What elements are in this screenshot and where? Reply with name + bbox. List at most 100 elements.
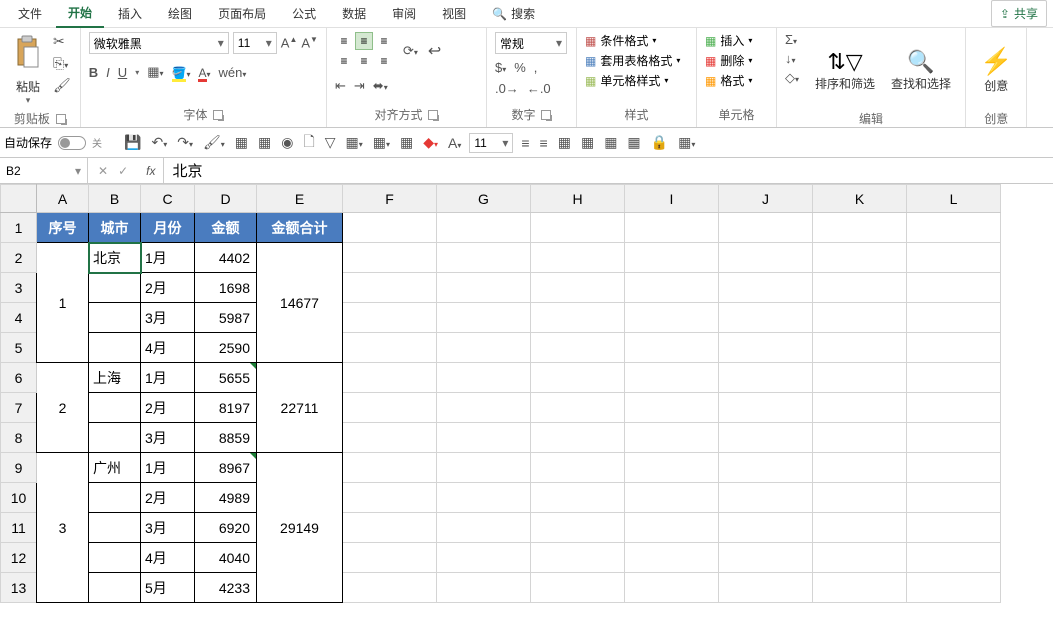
tab-home[interactable]: 开始 [56, 0, 104, 28]
cell[interactable] [907, 273, 1001, 303]
qat-button[interactable]: ≡ [538, 133, 550, 153]
cell[interactable] [813, 453, 907, 483]
cell[interactable] [719, 243, 813, 273]
cell[interactable]: 3月 [141, 303, 195, 333]
cell[interactable] [89, 513, 141, 543]
formula-input[interactable]: 北京 [164, 160, 210, 181]
cell[interactable] [625, 453, 719, 483]
decrease-indent-button[interactable]: ⇤ [335, 78, 346, 94]
fill-button[interactable]: ↓▾ [785, 51, 799, 66]
italic-button[interactable]: I [106, 65, 110, 80]
cell[interactable] [343, 333, 437, 363]
cell[interactable] [437, 333, 531, 363]
cell[interactable] [531, 213, 625, 243]
qat-button[interactable]: ▦ [556, 132, 573, 153]
row-header[interactable]: 7 [1, 393, 37, 423]
qat-button[interactable]: ▦ [625, 132, 642, 153]
cell[interactable] [437, 453, 531, 483]
cell[interactable] [437, 273, 531, 303]
column-header[interactable]: L [907, 185, 1001, 213]
cell[interactable] [343, 423, 437, 453]
cell[interactable] [531, 423, 625, 453]
column-header[interactable]: H [531, 185, 625, 213]
cell[interactable] [89, 393, 141, 423]
cell[interactable]: 4233 [195, 573, 257, 603]
cell[interactable] [531, 393, 625, 423]
cell[interactable]: 2 [37, 363, 89, 453]
cell[interactable] [907, 393, 1001, 423]
cell[interactable] [907, 453, 1001, 483]
cell[interactable] [625, 573, 719, 603]
cell[interactable] [343, 243, 437, 273]
column-header[interactable]: C [141, 185, 195, 213]
align-top-left[interactable]: ≡ [335, 32, 353, 50]
row-header[interactable]: 12 [1, 543, 37, 573]
column-header[interactable]: A [37, 185, 89, 213]
cell[interactable] [531, 273, 625, 303]
column-header[interactable]: F [343, 185, 437, 213]
bold-button[interactable]: B [89, 65, 98, 80]
tab-view[interactable]: 视图 [430, 0, 478, 27]
dialog-launcher-icon[interactable] [541, 110, 551, 120]
cell[interactable] [89, 423, 141, 453]
dialog-launcher-icon[interactable] [213, 110, 223, 120]
cell[interactable] [343, 513, 437, 543]
cell[interactable] [907, 243, 1001, 273]
cell[interactable] [437, 543, 531, 573]
cell[interactable]: 2月 [141, 393, 195, 423]
cell[interactable] [343, 393, 437, 423]
cell[interactable]: 1月 [141, 363, 195, 393]
column-header[interactable]: E [257, 185, 343, 213]
row-header[interactable]: 4 [1, 303, 37, 333]
cell[interactable] [719, 513, 813, 543]
fill-color-button[interactable]: 🪣▾ [172, 65, 191, 80]
column-header[interactable]: J [719, 185, 813, 213]
cell[interactable]: 1698 [195, 273, 257, 303]
comma-button[interactable]: , [534, 60, 538, 75]
cancel-icon[interactable]: ✕ [98, 164, 108, 178]
cell[interactable]: 29149 [257, 453, 343, 603]
cell[interactable] [719, 423, 813, 453]
dialog-launcher-icon[interactable] [56, 114, 66, 124]
qat-button[interactable]: ▦▾ [343, 132, 364, 153]
cell[interactable] [531, 303, 625, 333]
cell[interactable]: 1月 [141, 243, 195, 273]
cell-style-button[interactable]: ▦单元格样式▾ [585, 72, 668, 89]
row-header[interactable]: 5 [1, 333, 37, 363]
column-header[interactable]: I [625, 185, 719, 213]
cell[interactable]: 金额 [195, 213, 257, 243]
cell[interactable]: 3月 [141, 423, 195, 453]
row-header[interactable]: 8 [1, 423, 37, 453]
cell[interactable]: 2月 [141, 483, 195, 513]
row-header[interactable]: 3 [1, 273, 37, 303]
qat-fontsize-combo[interactable]: 11▾ [469, 133, 513, 153]
cell[interactable] [625, 483, 719, 513]
cell[interactable] [813, 363, 907, 393]
cell[interactable]: 5987 [195, 303, 257, 333]
cell[interactable]: 22711 [257, 363, 343, 453]
cell[interactable] [437, 513, 531, 543]
cell[interactable]: 城市 [89, 213, 141, 243]
qat-button[interactable]: 🗋 [301, 129, 316, 157]
qat-button[interactable]: A▾ [446, 133, 463, 153]
column-header[interactable]: D [195, 185, 257, 213]
cell[interactable] [625, 243, 719, 273]
insert-cell-button[interactable]: ▦插入▾ [705, 32, 752, 49]
cell[interactable] [719, 573, 813, 603]
cell[interactable] [813, 513, 907, 543]
font-family-combo[interactable]: 微软雅黑▾ [89, 32, 229, 54]
cell[interactable]: 金额合计 [257, 213, 343, 243]
cell[interactable] [89, 543, 141, 573]
underline-button[interactable]: U [118, 65, 127, 80]
font-color-button[interactable]: A▾ [198, 65, 210, 80]
table-format-button[interactable]: ▦套用表格格式▾ [585, 52, 680, 69]
qat-button[interactable]: ◉ [279, 132, 295, 153]
cell[interactable] [343, 573, 437, 603]
format-painter-button[interactable]: 🖌 [52, 76, 72, 95]
delete-cell-button[interactable]: ▦删除▾ [705, 52, 752, 69]
cell[interactable] [625, 273, 719, 303]
cell[interactable] [813, 423, 907, 453]
phonetic-button[interactable]: wén▾ [219, 65, 247, 80]
cell[interactable] [907, 333, 1001, 363]
wrap-text-button[interactable]: ↩ [428, 41, 441, 61]
